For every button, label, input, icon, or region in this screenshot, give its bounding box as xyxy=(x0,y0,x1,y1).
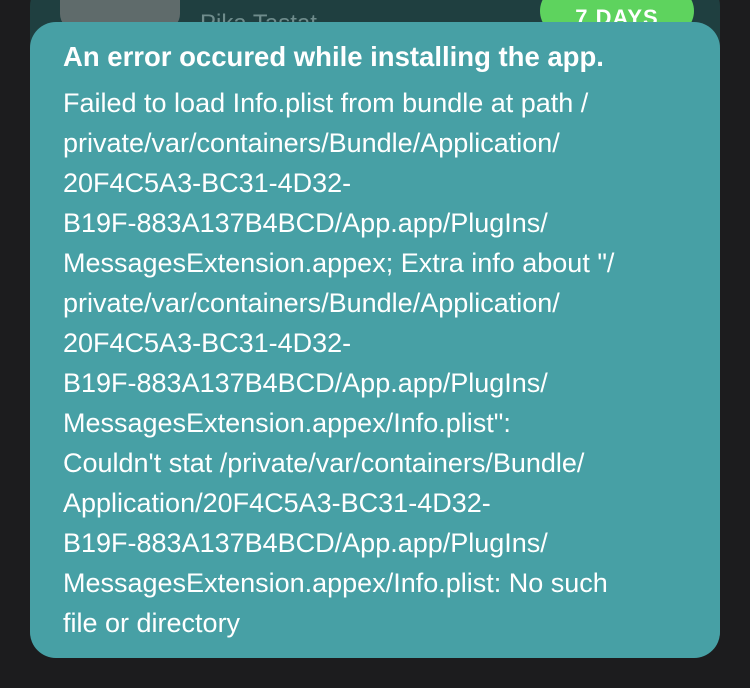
error-message: Failed to load Info.plist from bundle at… xyxy=(63,83,687,643)
error-message-line: Application/20F4C5A3-BC31-4D32- xyxy=(63,488,491,518)
error-message-line: MessagesExtension.appex/Info.plist: No s… xyxy=(63,568,608,598)
error-message-line: 20F4C5A3-BC31-4D32- xyxy=(63,168,352,198)
error-message-line: Couldn't stat /private/var/containers/Bu… xyxy=(63,448,585,478)
error-message-line: 20F4C5A3-BC31-4D32- xyxy=(63,328,352,358)
error-message-line: B19F-883A137B4BCD/App.app/PlugIns/ xyxy=(63,368,548,398)
error-message-line: B19F-883A137B4BCD/App.app/PlugIns/ xyxy=(63,528,548,558)
error-message-line: file or directory xyxy=(63,608,241,638)
error-message-line: MessagesExtension.appex/Info.plist": xyxy=(63,408,511,438)
error-message-line: B19F-883A137B4BCD/App.app/PlugIns/ xyxy=(63,208,548,238)
error-message-line: Failed to load Info.plist from bundle at… xyxy=(63,88,589,118)
error-message-line: private/var/containers/Bundle/Applicatio… xyxy=(63,128,560,158)
error-message-line: private/var/containers/Bundle/Applicatio… xyxy=(63,288,560,318)
error-title: An error occured while installing the ap… xyxy=(63,41,604,72)
error-toast[interactable]: An error occured while installing the ap… xyxy=(30,22,720,658)
error-message-line: MessagesExtension.appex; Extra info abou… xyxy=(63,248,615,278)
